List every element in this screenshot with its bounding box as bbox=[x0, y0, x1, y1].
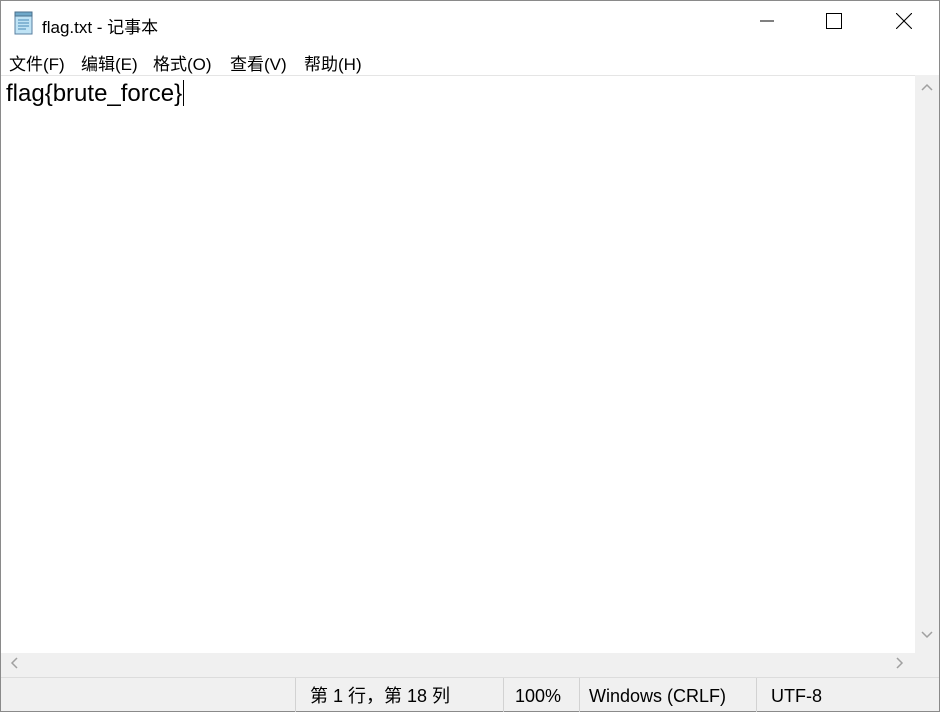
cursor-position: 第 1 行，第 18 列 bbox=[295, 678, 503, 712]
menu-bar: 文件(F) 编辑(E) 格式(O) 查看(V) 帮助(H) bbox=[1, 45, 939, 75]
text-caret bbox=[183, 80, 185, 106]
menu-edit[interactable]: 编辑(E) bbox=[81, 50, 138, 75]
minimize-icon bbox=[760, 14, 774, 33]
close-icon bbox=[895, 12, 913, 34]
chevron-down-icon bbox=[921, 627, 933, 647]
scroll-right-button[interactable] bbox=[889, 653, 909, 677]
chevron-up-icon bbox=[921, 81, 933, 101]
horizontal-scrollbar[interactable] bbox=[1, 653, 915, 677]
chevron-left-icon bbox=[9, 656, 21, 674]
text-editor[interactable]: flag{brute_force} bbox=[1, 75, 915, 653]
menu-format[interactable]: 格式(O) bbox=[153, 50, 212, 75]
editor-content[interactable]: flag{brute_force} bbox=[6, 80, 185, 108]
maximize-icon bbox=[826, 12, 842, 34]
chevron-right-icon bbox=[893, 656, 905, 674]
notepad-window: flag.txt - 记事本 文件(F) 编辑(E) 格式(O) 查看(V) 帮… bbox=[0, 0, 940, 712]
scrollbar-corner bbox=[915, 653, 939, 677]
editor-text: flag{brute_force} bbox=[6, 80, 183, 107]
status-bar: 第 1 行，第 18 列 100% Windows (CRLF) UTF-8 bbox=[1, 677, 939, 712]
scroll-up-button[interactable] bbox=[915, 81, 939, 101]
encoding: UTF-8 bbox=[756, 678, 939, 712]
window-title: flag.txt - 记事本 bbox=[42, 18, 159, 37]
maximize-button[interactable] bbox=[799, 1, 869, 45]
vertical-scrollbar[interactable] bbox=[915, 75, 939, 653]
menu-view[interactable]: 查看(V) bbox=[230, 50, 287, 75]
minimize-button[interactable] bbox=[732, 1, 802, 45]
scroll-left-button[interactable] bbox=[5, 653, 25, 677]
notepad-icon bbox=[13, 11, 35, 35]
scroll-down-button[interactable] bbox=[915, 627, 939, 647]
title-bar[interactable]: flag.txt - 记事本 bbox=[1, 1, 939, 45]
menu-file[interactable]: 文件(F) bbox=[9, 50, 65, 75]
line-ending: Windows (CRLF) bbox=[579, 678, 756, 712]
close-button[interactable] bbox=[869, 1, 939, 45]
menu-help[interactable]: 帮助(H) bbox=[304, 50, 362, 75]
zoom-level: 100% bbox=[503, 678, 579, 712]
